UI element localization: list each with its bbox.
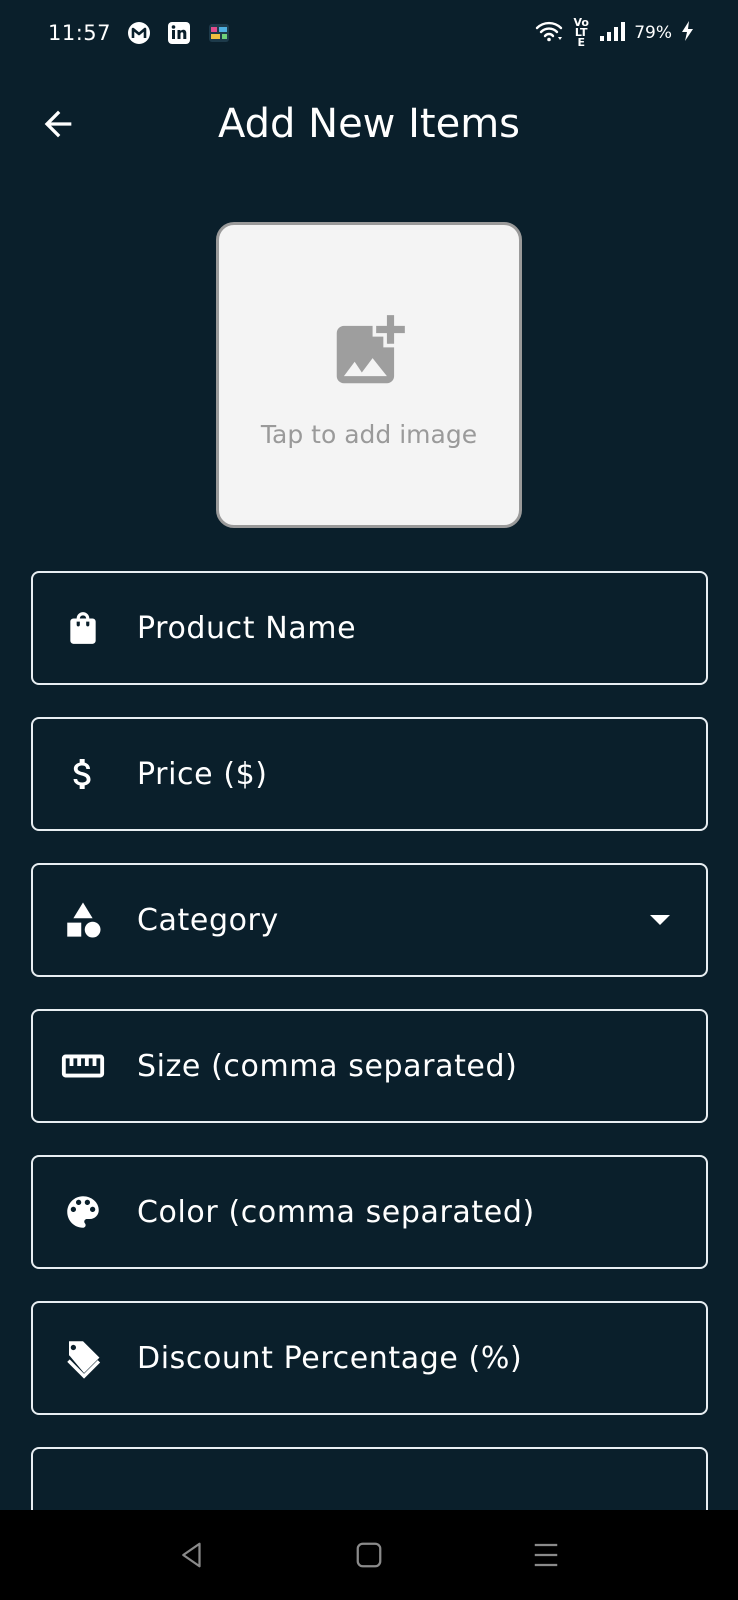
battery-percent: 79%	[634, 23, 672, 43]
nav-home-button[interactable]	[345, 1531, 393, 1579]
square-home-icon	[356, 1542, 382, 1568]
gmail-icon	[127, 21, 151, 45]
dropdown-arrow-icon	[650, 915, 670, 925]
app-bar: Add New Items	[0, 82, 738, 162]
size-input[interactable]	[137, 1011, 626, 1121]
status-time: 11:57	[48, 21, 112, 45]
menu-lines-icon	[534, 1543, 558, 1567]
status-left: 11:57	[48, 21, 231, 45]
nav-recents-button[interactable]	[522, 1531, 570, 1579]
dollar-icon	[59, 750, 107, 798]
category-select[interactable]	[137, 865, 626, 975]
nav-back-button[interactable]	[168, 1531, 216, 1579]
palette-icon	[59, 1188, 107, 1236]
add-image-button[interactable]: Tap to add image	[216, 222, 522, 528]
app-icon	[207, 21, 231, 45]
discount-field[interactable]	[31, 1301, 708, 1415]
color-field[interactable]	[31, 1155, 708, 1269]
add-photo-icon	[326, 308, 412, 398]
add-item-screen: 11:57 Vo LTE 79% Add New Items Tap to ad…	[0, 0, 738, 1600]
category-shapes-icon	[59, 896, 107, 944]
wifi-icon	[534, 20, 564, 47]
color-input[interactable]	[137, 1157, 626, 1267]
page-title: Add New Items	[217, 101, 520, 147]
status-right: Vo LTE 79%	[534, 16, 694, 49]
shopping-bag-icon	[59, 604, 107, 652]
network-label: Vo LTE	[573, 16, 589, 49]
battery-charging-icon	[680, 20, 694, 47]
product-name-input[interactable]	[137, 573, 626, 683]
volte-icon: Vo LTE	[572, 16, 590, 49]
add-image-label: Tap to add image	[260, 419, 478, 449]
price-field[interactable]	[31, 717, 708, 831]
system-nav-bar	[0, 1510, 738, 1600]
product-name-field[interactable]	[31, 571, 708, 685]
category-dropdown[interactable]	[31, 863, 708, 977]
status-bar: 11:57 Vo LTE 79%	[0, 0, 738, 66]
ruler-icon	[59, 1042, 107, 1090]
linkedin-icon	[167, 21, 191, 45]
next-field-partial[interactable]	[31, 1447, 708, 1517]
tag-icon	[59, 1334, 107, 1382]
price-input[interactable]	[137, 719, 626, 829]
size-field[interactable]	[31, 1009, 708, 1123]
signal-icon	[598, 21, 626, 46]
triangle-back-icon	[182, 1542, 201, 1568]
discount-input[interactable]	[137, 1303, 626, 1413]
